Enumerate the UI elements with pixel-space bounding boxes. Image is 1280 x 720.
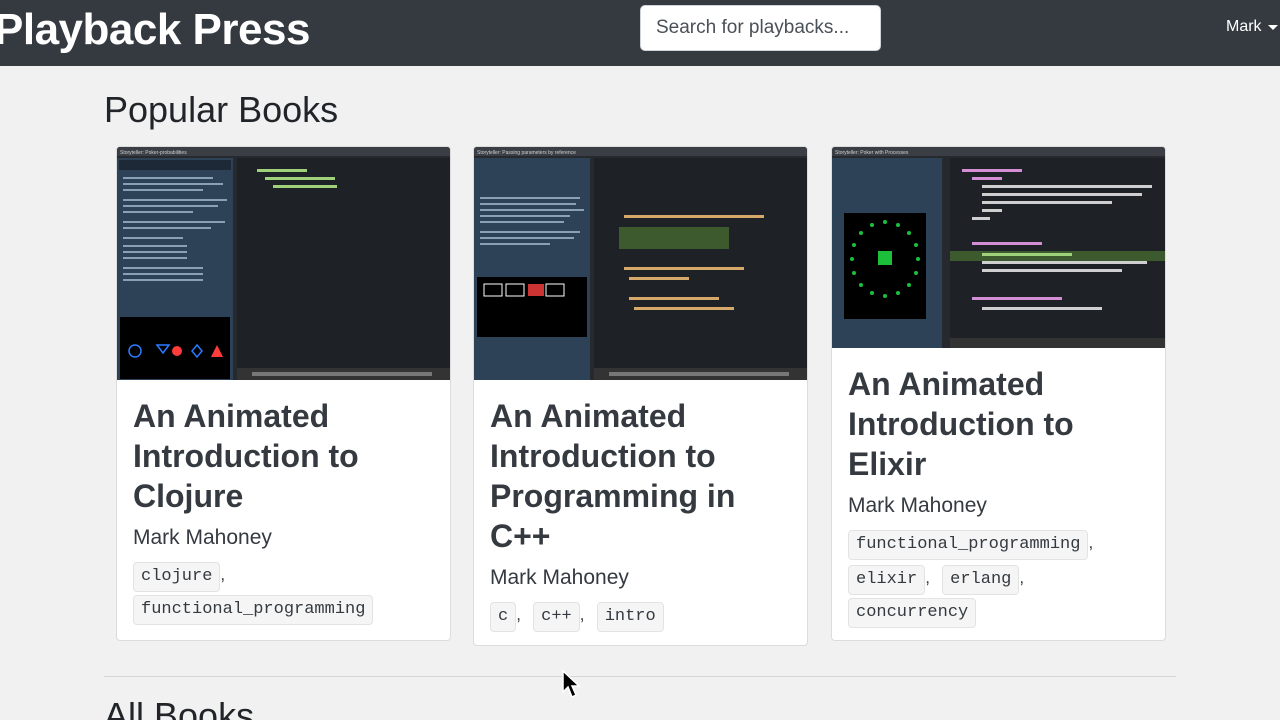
tag[interactable]: functional_programming bbox=[848, 530, 1089, 560]
book-author: Mark Mahoney bbox=[848, 494, 987, 517]
brand-logo[interactable]: Playback Press bbox=[0, 4, 310, 56]
tag[interactable]: concurrency bbox=[848, 598, 977, 628]
book-title[interactable]: An Animated Introduction to Elixir bbox=[848, 364, 1149, 484]
tag[interactable]: clojure bbox=[133, 562, 221, 592]
tag[interactable]: elixir bbox=[848, 565, 926, 595]
caret-down-icon bbox=[1267, 24, 1278, 30]
book-title[interactable]: An Animated Introduction to Clojure bbox=[133, 396, 434, 516]
book-card-elixir[interactable]: Storyteller: Poker with Processes An Ani… bbox=[831, 146, 1166, 641]
svg-text:Storyteller: Poker with Proces: Storyteller: Poker with Processes bbox=[835, 150, 909, 156]
search-input[interactable] bbox=[640, 5, 881, 51]
svg-text:Storyteller: Poker-probabiliti: Storyteller: Poker-probabilities bbox=[120, 150, 187, 156]
tag-list: c, c++, intro bbox=[490, 598, 791, 633]
book-author: Mark Mahoney bbox=[133, 526, 272, 549]
tag[interactable]: c++ bbox=[533, 602, 580, 632]
tag[interactable]: erlang bbox=[942, 565, 1020, 595]
tag-list: functional_programming, elixir, erlang, … bbox=[848, 526, 1149, 629]
popular-books-heading: Popular Books bbox=[104, 89, 339, 130]
tag-list: clojure, functional_programming bbox=[133, 558, 434, 626]
section-divider bbox=[104, 676, 1176, 677]
playback-thumbnail: Storyteller: Poker with Processes bbox=[832, 147, 1165, 348]
playback-thumbnail: Storyteller: Poker-probabilities bbox=[117, 147, 450, 380]
tag[interactable]: c bbox=[490, 602, 517, 632]
navbar: Playback Press Mark bbox=[0, 0, 1280, 66]
all-books-heading: All Books bbox=[104, 695, 255, 720]
book-card-cpp[interactable]: Storyteller: Passing parameters by refer… bbox=[473, 146, 808, 646]
book-author: Mark Mahoney bbox=[490, 566, 629, 589]
user-menu[interactable]: Mark bbox=[1226, 18, 1278, 36]
mouse-pointer-icon bbox=[562, 670, 581, 699]
playback-thumbnail: Storyteller: Passing parameters by refer… bbox=[474, 147, 807, 380]
user-name: Mark bbox=[1226, 18, 1262, 35]
book-card-clojure[interactable]: Storyteller: Poker-probabilities An Anim… bbox=[116, 146, 451, 641]
book-title[interactable]: An Animated Introduction to Programming … bbox=[490, 396, 791, 556]
tag[interactable]: functional_programming bbox=[133, 595, 374, 625]
tag[interactable]: intro bbox=[596, 602, 664, 632]
svg-text:Storyteller: Passing parameter: Storyteller: Passing parameters by refer… bbox=[477, 150, 576, 156]
